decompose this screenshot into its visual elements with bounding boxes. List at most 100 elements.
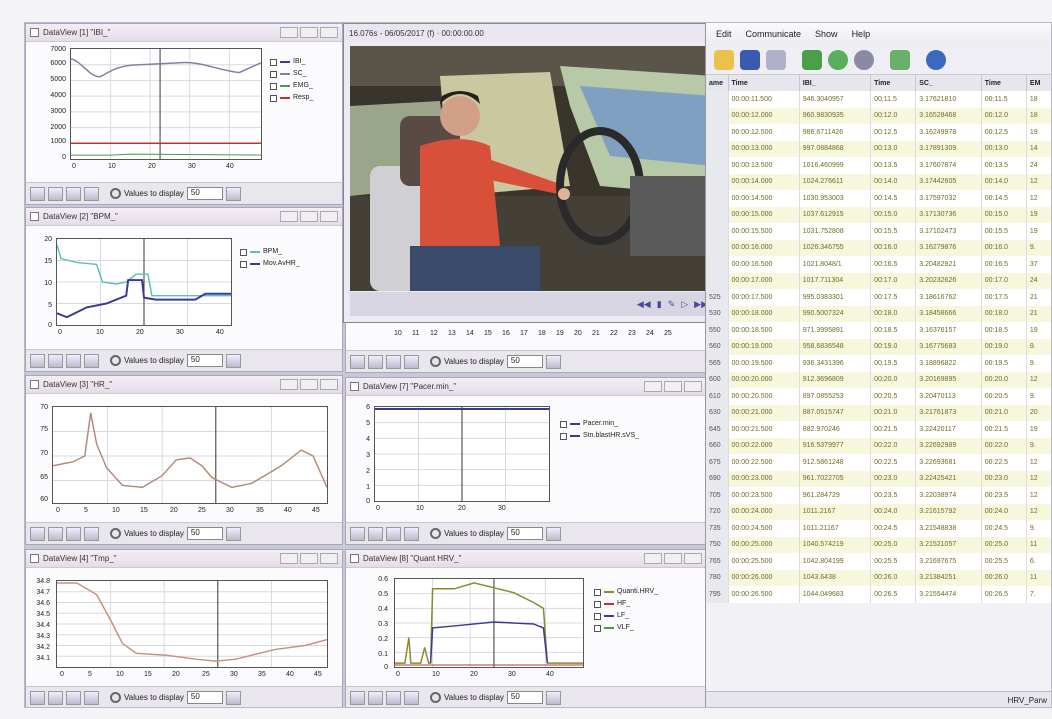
- legend-checkbox[interactable]: [594, 612, 601, 620]
- window-controls[interactable]: [644, 553, 702, 564]
- apply-icon[interactable]: [225, 186, 241, 201]
- table-row[interactable]: 00:00:11.500 946.3040957 00:11.5 3.17621810…: [706, 91, 1051, 108]
- values-input[interactable]: 50: [186, 354, 223, 367]
- chart-tool-icon[interactable]: [350, 690, 365, 705]
- menu-show[interactable]: Show: [815, 29, 838, 39]
- rewind-icon[interactable]: ◀◀: [637, 299, 651, 310]
- chart-tool-icon[interactable]: [48, 690, 63, 705]
- globe-icon[interactable]: [926, 49, 946, 70]
- chart-tool-icon[interactable]: [66, 353, 81, 368]
- legend-checkbox[interactable]: [270, 58, 277, 66]
- table-row[interactable]: 750 00:00:25.000 1040.574219 00:25.0 3.21521…: [706, 536, 1051, 553]
- table-row[interactable]: 565 00:00:19.500 936.3431396 00:19.5 3.18896…: [706, 355, 1051, 372]
- column-header[interactable]: Time: [870, 75, 917, 91]
- legend-checkbox[interactable]: [594, 624, 601, 632]
- chart-tool-icon[interactable]: [48, 353, 63, 368]
- table-row[interactable]: 00:00:13.000 997.0884868 00:13.0 3.17891309…: [706, 140, 1051, 157]
- chart-icon[interactable]: [802, 49, 822, 70]
- apply-icon[interactable]: [225, 526, 241, 541]
- chart-tool-icon[interactable]: [84, 186, 99, 201]
- table-row[interactable]: 550 00:00:18.500 971.3995891 00:18.5 3.16376…: [706, 322, 1051, 339]
- values-input[interactable]: 50: [186, 187, 223, 200]
- apply-icon[interactable]: [545, 526, 561, 541]
- chart-tool-icon[interactable]: [66, 690, 81, 705]
- chart-tool-icon[interactable]: [386, 690, 401, 705]
- values-input[interactable]: 50: [186, 527, 223, 540]
- window-controls[interactable]: [280, 379, 338, 390]
- legend-checkbox[interactable]: [240, 248, 247, 256]
- table-row[interactable]: 600 00:00:20.000 912.3696809 00:20.0 3.20169…: [706, 371, 1051, 388]
- chart-tool-icon[interactable]: [48, 186, 63, 201]
- pen-icon[interactable]: ✎: [668, 299, 676, 310]
- table-row[interactable]: 00:00:12.500 986.6711426 00:12.5 3.16249978…: [706, 124, 1051, 141]
- open-icon[interactable]: [714, 49, 734, 70]
- save-icon[interactable]: [740, 49, 760, 70]
- table-row[interactable]: 00:00:12.000 960.9830935 00:12.0 3.16528468…: [706, 107, 1051, 124]
- chart-tool-icon[interactable]: [368, 526, 383, 541]
- chart-tool-icon[interactable]: [84, 353, 99, 368]
- menu-communicate[interactable]: Communicate: [746, 29, 802, 39]
- column-header[interactable]: SC_: [915, 75, 982, 91]
- chart-tool-icon[interactable]: [368, 690, 383, 705]
- chart-tool-icon[interactable]: [48, 526, 63, 541]
- table-row[interactable]: 00:00:15.000 1037.612915 00:15.0 3.17130736…: [706, 206, 1051, 223]
- column-header[interactable]: ame: [706, 75, 729, 91]
- apply-icon[interactable]: [545, 354, 561, 369]
- column-header[interactable]: IBI_: [799, 75, 872, 91]
- menu-help[interactable]: Help: [852, 29, 871, 39]
- chart-tool-icon[interactable]: [404, 354, 419, 369]
- legend-checkbox[interactable]: [594, 588, 601, 596]
- chart-tool-icon[interactable]: [30, 690, 45, 705]
- chart-tool-icon[interactable]: [30, 186, 45, 201]
- table-row[interactable]: 00:00:16.500 1021.8048/1 00:16.5 3.20482921…: [706, 256, 1051, 273]
- table-row[interactable]: 675 00:00:22.500 912.5861248 00:22.5 3.22693…: [706, 454, 1051, 471]
- table-row[interactable]: 525 00:00:17.500 995.0383301 00:17.5 3.18616…: [706, 289, 1051, 306]
- table-row[interactable]: 795 00:00:26.500 1044.049683 00:26.5 3.21554…: [706, 586, 1051, 603]
- chart-tool-icon[interactable]: [350, 354, 365, 369]
- table-row[interactable]: 00:00:14.000 1024.276611 00:14.0 3.17442605…: [706, 173, 1051, 190]
- table-row[interactable]: 560 00:00:19.000 958.6836548 00:19.0 3.16775…: [706, 338, 1051, 355]
- table-row[interactable]: 660 00:00:22.000 916.5379977 00:22.0 3.22692…: [706, 437, 1051, 454]
- chart-tool-icon[interactable]: [30, 526, 45, 541]
- gear-icon[interactable]: [854, 49, 874, 70]
- calculator-icon[interactable]: [890, 49, 910, 70]
- values-input[interactable]: 50: [506, 527, 543, 540]
- table-row[interactable]: 705 00:00:23.500 961.284729 00:23.5 3.220389…: [706, 487, 1051, 504]
- chart-tool-icon[interactable]: [84, 690, 99, 705]
- chart-tool-icon[interactable]: [404, 526, 419, 541]
- legend-checkbox[interactable]: [560, 432, 567, 440]
- legend-checkbox[interactable]: [270, 82, 277, 90]
- window-controls[interactable]: [644, 381, 702, 392]
- table-row[interactable]: 645 00:00:21.500 882.970246 00:21.5 3.224201…: [706, 421, 1051, 438]
- legend-checkbox[interactable]: [594, 600, 601, 608]
- table-row[interactable]: 690 00:00:23.000 961.7022705 00:23.0 3.22425…: [706, 470, 1051, 487]
- table-row[interactable]: 765 00:00:25.500 1042.804199 00:25.5 3.21697…: [706, 553, 1051, 570]
- table-row[interactable]: 00:00:13.500 1016.460999 00:13.5 3.17607874…: [706, 157, 1051, 174]
- legend-checkbox[interactable]: [240, 260, 247, 268]
- column-header[interactable]: Time: [728, 75, 800, 91]
- legend-checkbox[interactable]: [560, 420, 567, 428]
- chart-tool-icon[interactable]: [30, 353, 45, 368]
- chart-tool-icon[interactable]: [84, 526, 99, 541]
- table-row[interactable]: 00:00:17.000 1017.711304 00:17.0 3.20232626…: [706, 272, 1051, 289]
- chart-tool-icon[interactable]: [386, 526, 401, 541]
- window-controls[interactable]: [280, 211, 338, 222]
- table-row[interactable]: 00:00:15.500 1031.752808 00:15.5 3.17102473…: [706, 223, 1051, 240]
- column-header[interactable]: EM: [1026, 75, 1051, 91]
- values-input[interactable]: 50: [506, 691, 543, 704]
- apply-icon[interactable]: [225, 690, 241, 705]
- legend-checkbox[interactable]: [270, 94, 277, 102]
- table-row[interactable]: 720 00:00:24.000 1011.2167 00:24.0 3.2161579…: [706, 503, 1051, 520]
- apply-icon[interactable]: [545, 690, 561, 705]
- table-row[interactable]: 00:00:16.000 1026.346755 00:16.0 3.16279876…: [706, 239, 1051, 256]
- chart-tool-icon[interactable]: [66, 526, 81, 541]
- window-controls[interactable]: [280, 27, 338, 38]
- menu-edit[interactable]: Edit: [716, 29, 732, 39]
- chart-tool-icon[interactable]: [350, 526, 365, 541]
- data-table[interactable]: ame Time IBI_ Time SC_ Time EM 00:00:11.…: [706, 75, 1051, 603]
- legend-checkbox[interactable]: [270, 70, 277, 78]
- table-row[interactable]: 00:00:14.500 1030.953003 00:14.5 3.17597032…: [706, 190, 1051, 207]
- values-input[interactable]: 50: [506, 355, 543, 368]
- chart-tool-icon[interactable]: [66, 186, 81, 201]
- chart-tool-icon[interactable]: [368, 354, 383, 369]
